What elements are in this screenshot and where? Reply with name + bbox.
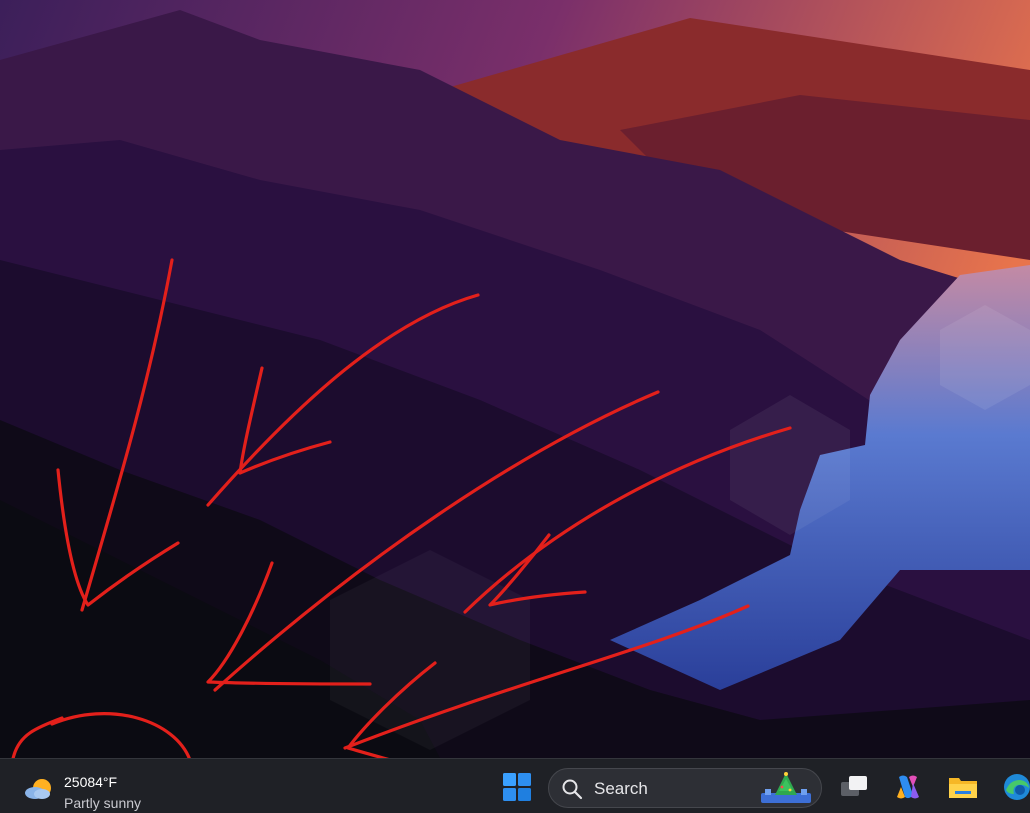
taskbar: 25084°F Partly sunny Search	[0, 758, 1030, 813]
search-icon	[562, 779, 583, 800]
weather-temperature: 25084°F	[64, 774, 118, 790]
desktop-wallpaper	[0, 0, 1030, 758]
weather-condition: Partly sunny	[64, 795, 142, 811]
partly-sunny-icon	[25, 779, 51, 799]
file-explorer-icon	[949, 778, 977, 798]
copilot-button[interactable]	[889, 769, 927, 805]
windows-logo-icon	[503, 773, 531, 801]
start-button[interactable]	[494, 766, 540, 808]
copilot-icon	[897, 775, 919, 799]
search-label: Search	[594, 779, 648, 798]
christmas-tree-highlight-icon	[761, 772, 811, 803]
edge-icon	[1004, 774, 1030, 800]
task-view-icon	[841, 776, 867, 796]
file-explorer-button[interactable]	[944, 769, 982, 805]
task-view-button[interactable]	[835, 769, 873, 805]
taskbar-search-box[interactable]: Search	[548, 768, 822, 808]
edge-button[interactable]	[998, 769, 1030, 805]
weather-widget[interactable]: 25084°F Partly sunny	[14, 765, 174, 811]
